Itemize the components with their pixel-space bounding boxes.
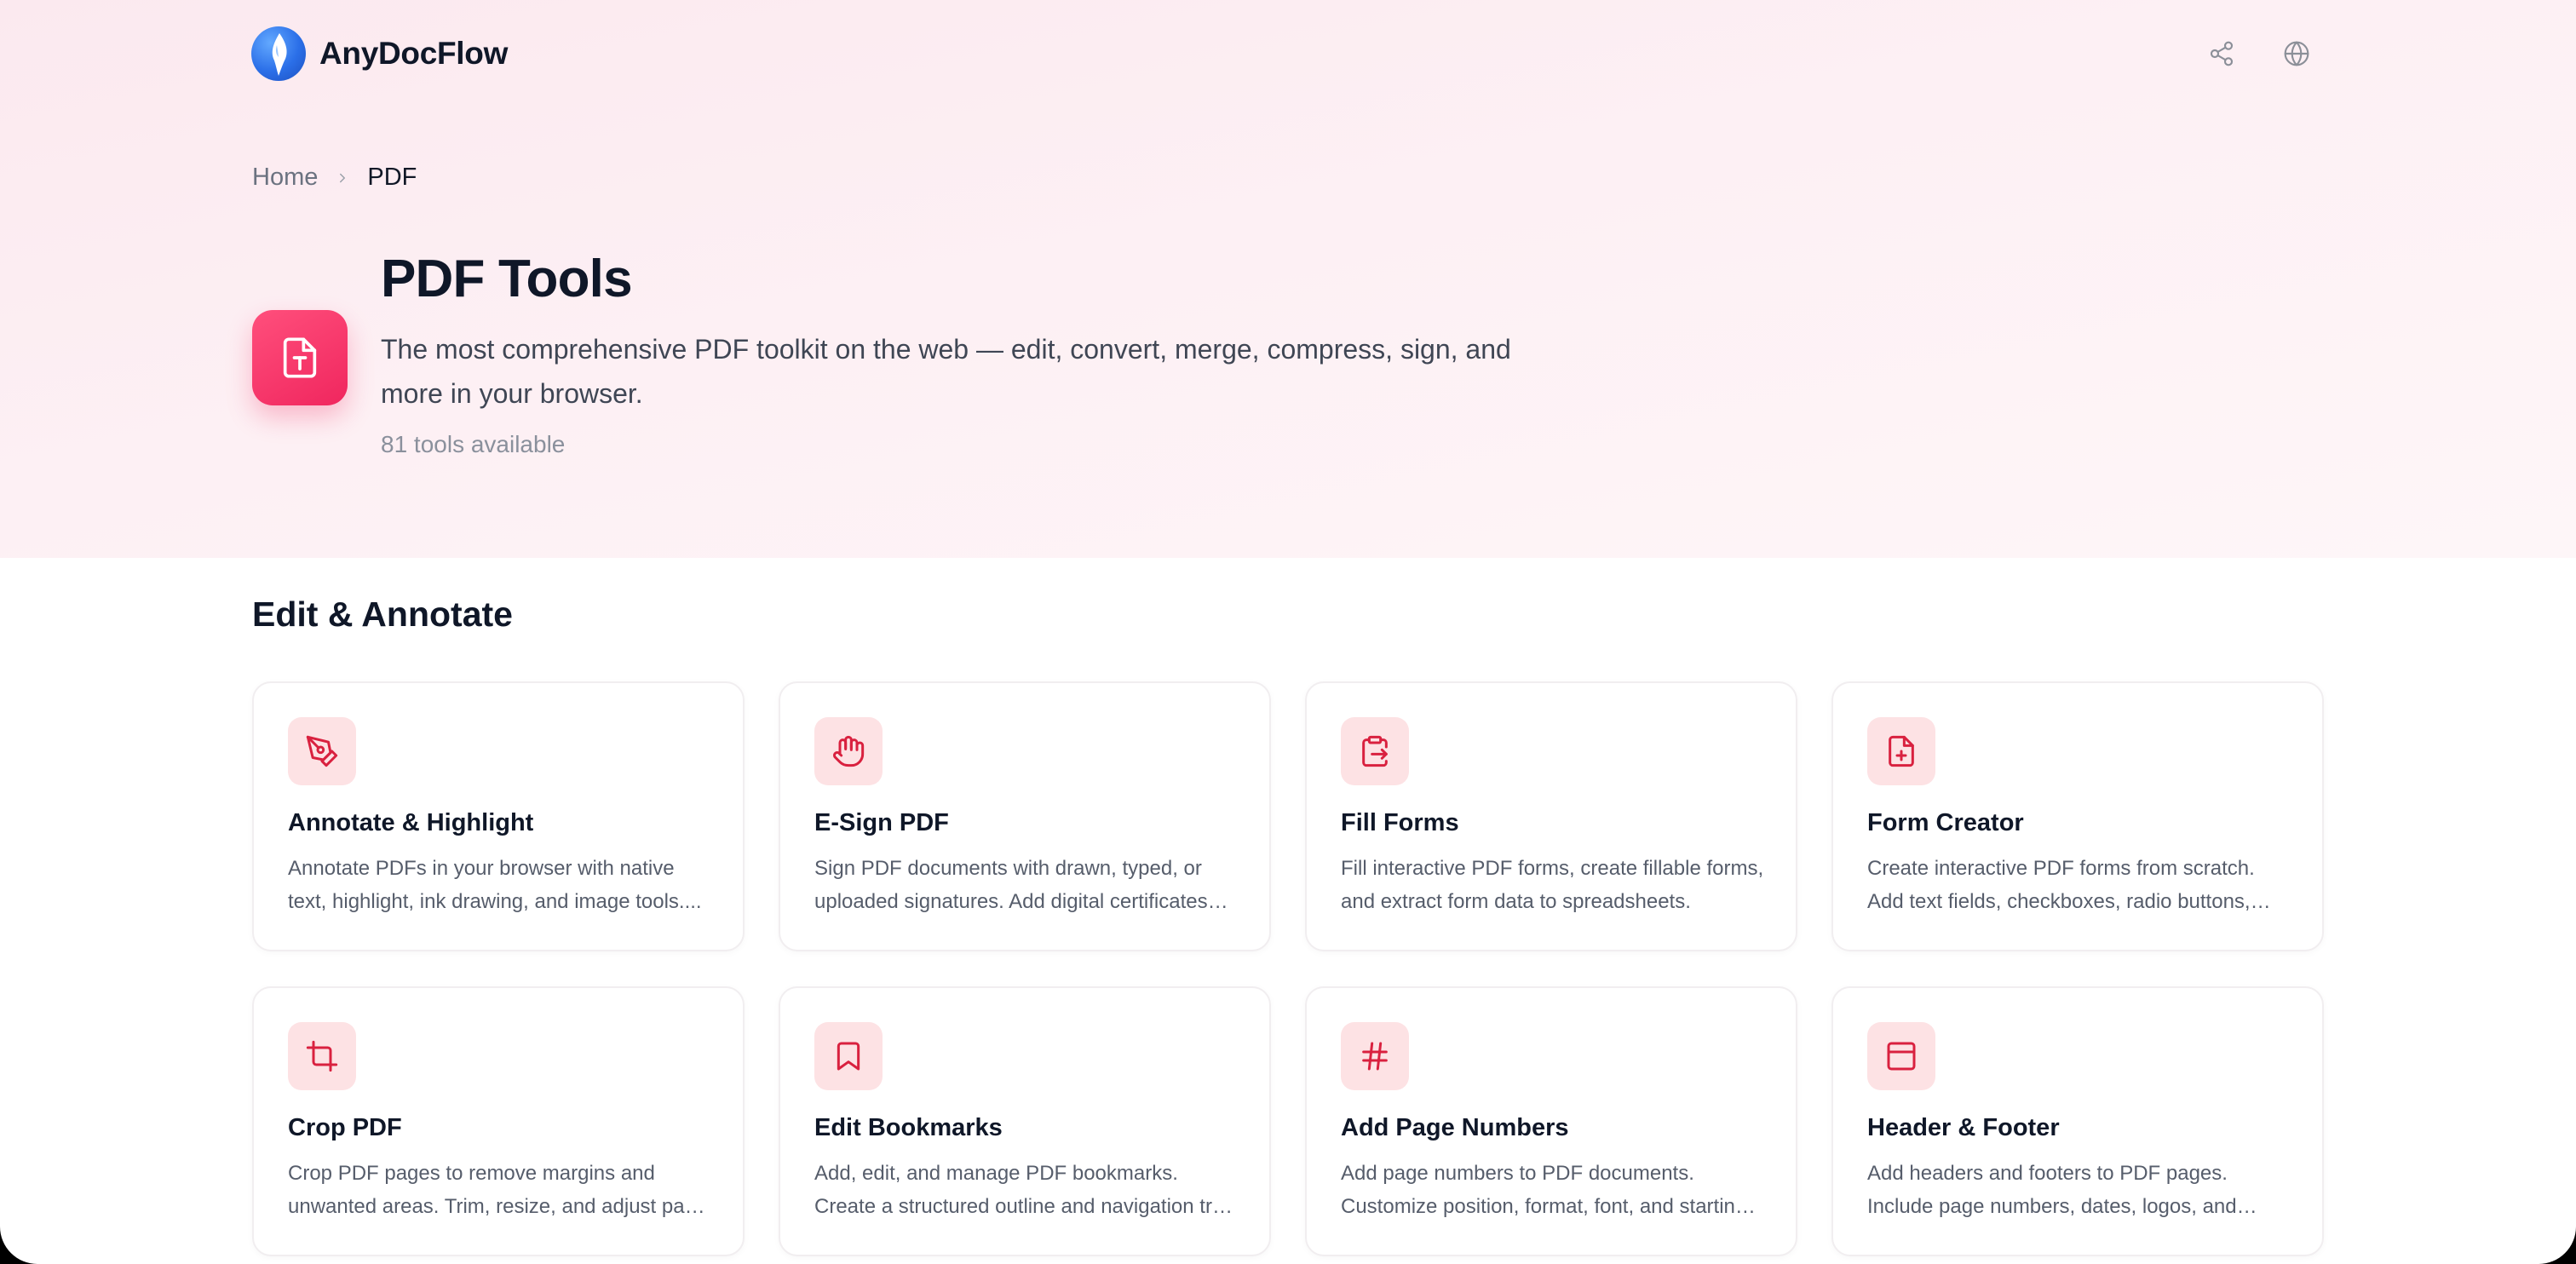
card-title: E-Sign PDF	[814, 809, 949, 836]
crop-icon	[288, 1022, 356, 1090]
breadcrumb-current: PDF	[367, 164, 417, 191]
pen-tool-icon	[288, 717, 356, 785]
card-title: Form Creator	[1867, 809, 2024, 836]
card-description: Add page numbers to PDF documents. Custo…	[1341, 1162, 1756, 1218]
tool-card-crop-pdf[interactable]: Crop PDF Crop PDF pages to remove margin…	[252, 986, 745, 1256]
file-text-icon	[252, 310, 348, 405]
card-title: Annotate & Highlight	[288, 809, 534, 836]
breadcrumb-home-link[interactable]: Home	[252, 164, 318, 192]
brand-logo-link[interactable]: AnyDocFlow	[251, 26, 508, 82]
tool-card-add-page-numbers[interactable]: Add Page Numbers Add page numbers to PDF…	[1305, 986, 1797, 1256]
card-description: Sign PDF documents with drawn, typed, or…	[814, 857, 1228, 913]
card-description: Create interactive PDF forms from scratc…	[1867, 857, 2271, 913]
share-icon	[2210, 41, 2234, 66]
card-title: Edit Bookmarks	[814, 1114, 1003, 1141]
tool-card-form-creator[interactable]: Form Creator Create interactive PDF form…	[1831, 681, 2324, 951]
card-description: Annotate PDFs in your browser with nativ…	[288, 857, 702, 913]
share-button[interactable]	[2202, 34, 2241, 73]
language-button[interactable]	[2277, 34, 2316, 73]
page: AnyDocFlow Home PDF PDF Tools The most c…	[0, 0, 2576, 1264]
tool-card-edit-bookmarks[interactable]: Edit Bookmarks Add, edit, and manage PDF…	[779, 986, 1271, 1256]
card-title: Crop PDF	[288, 1114, 402, 1141]
hash-icon	[1341, 1022, 1409, 1090]
tool-card-annotate-highlight[interactable]: Annotate & Highlight Annotate PDFs in yo…	[252, 681, 745, 951]
tool-card-fill-forms[interactable]: Fill Forms Fill interactive PDF forms, c…	[1305, 681, 1797, 951]
card-description: Add, edit, and manage PDF bookmarks. Cre…	[814, 1162, 1233, 1218]
brand-logo-icon	[251, 26, 306, 81]
card-title: Fill Forms	[1341, 809, 1459, 836]
tool-card-header-footer[interactable]: Header & Footer Add headers and footers …	[1831, 986, 2324, 1256]
file-plus-icon	[1867, 717, 1935, 785]
section-title: Edit & Annotate	[252, 595, 513, 634]
tool-count: 81 tools available	[381, 431, 566, 457]
tool-card-esign-pdf[interactable]: E-Sign PDF Sign PDF documents with drawn…	[779, 681, 1271, 951]
breadcrumb: Home PDF	[252, 164, 417, 192]
chevron-right-icon	[335, 170, 350, 186]
panel-top-icon	[1867, 1022, 1935, 1090]
card-description: Crop PDF pages to remove margins and unw…	[288, 1162, 705, 1218]
clipboard-arrow-icon	[1341, 717, 1409, 785]
globe-icon	[2284, 41, 2309, 66]
card-title: Add Page Numbers	[1341, 1114, 1569, 1141]
card-description: Add headers and footers to PDF pages. In…	[1867, 1162, 2257, 1218]
brand-name: AnyDocFlow	[319, 36, 509, 71]
card-title: Header & Footer	[1867, 1114, 2060, 1141]
hero-section: AnyDocFlow Home PDF PDF Tools The most c…	[0, 0, 2576, 558]
card-description: Fill interactive PDF forms, create filla…	[1341, 857, 1764, 913]
page-description: The most comprehensive PDF toolkit on th…	[381, 334, 1511, 409]
page-title: PDF Tools	[381, 250, 633, 308]
hand-icon	[814, 717, 883, 785]
bookmark-icon	[814, 1022, 883, 1090]
